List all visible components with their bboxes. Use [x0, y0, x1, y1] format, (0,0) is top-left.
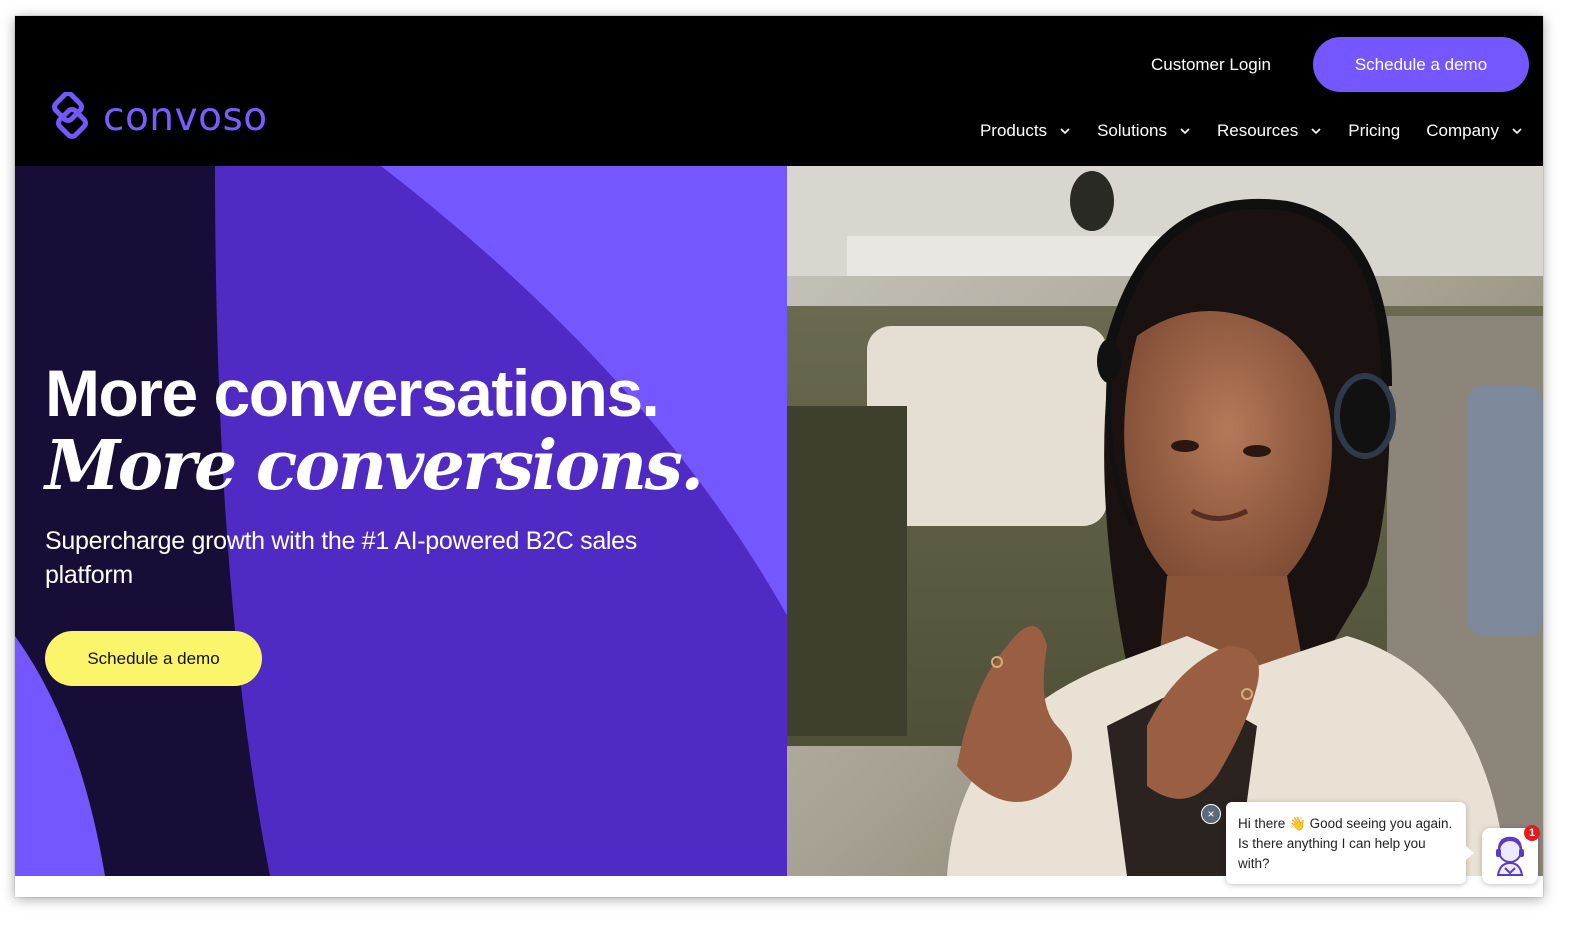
nav-products-label: Products: [979, 121, 1048, 140]
schedule-demo-hero-button[interactable]: Schedule a demo: [45, 631, 262, 686]
hero-photo-illustration: [787, 166, 1543, 876]
hero-section: More conversations. More conversions. Su…: [15, 166, 1543, 876]
brand-logo-link[interactable]: convoso: [45, 92, 268, 142]
nav-company-label: Company: [1426, 121, 1499, 140]
convoso-logo-icon: [52, 92, 88, 139]
chat-greeting-prefix: Hi there: [1238, 816, 1286, 831]
hero-headline-primary: More conversations.: [45, 356, 660, 430]
nav-pricing[interactable]: Pricing: [1348, 121, 1400, 141]
nav-resources-label: Resources: [1217, 121, 1299, 140]
header-utility-links: Customer Login Schedule a demo: [1151, 37, 1529, 92]
hero-copy: More conversations. More conversions. Su…: [45, 356, 765, 592]
chevron-down-icon: [1311, 128, 1321, 135]
chat-close-button[interactable]: ×: [1201, 804, 1221, 824]
chevron-down-icon: [1060, 128, 1070, 135]
chat-unread-badge: 1: [1524, 825, 1540, 841]
nav-solutions[interactable]: Solutions: [1097, 121, 1191, 141]
nav-resources[interactable]: Resources: [1217, 121, 1322, 141]
hero-headline-secondary: More conversions.: [45, 426, 704, 506]
close-icon: ×: [1207, 807, 1215, 821]
chevron-down-icon: [1512, 128, 1522, 135]
schedule-demo-header-button[interactable]: Schedule a demo: [1313, 37, 1529, 92]
browser-viewport: convoso Customer Login Schedule a demo P…: [15, 16, 1543, 897]
hero-photo-agent-with-headset: [787, 166, 1543, 876]
waving-hand-icon: 👋: [1289, 816, 1306, 831]
nav-company[interactable]: Company: [1426, 121, 1523, 141]
nav-solutions-label: Solutions: [1097, 121, 1167, 140]
hero-subheadline: Supercharge growth with the #1 AI-powere…: [45, 527, 637, 589]
site-header: convoso Customer Login Schedule a demo P…: [15, 16, 1543, 166]
nav-products[interactable]: Products: [980, 121, 1071, 141]
chat-greeting-bubble[interactable]: Hi there 👋 Good seeing you again. Is the…: [1226, 802, 1474, 884]
customer-login-link[interactable]: Customer Login: [1151, 55, 1271, 75]
brand-wordmark: convoso: [103, 94, 268, 140]
main-nav: Products Solutions Resources Pricing Com…: [954, 121, 1523, 141]
support-agent-avatar-icon: [1496, 836, 1524, 876]
chevron-down-icon: [1180, 128, 1190, 135]
nav-pricing-label: Pricing: [1348, 121, 1401, 140]
